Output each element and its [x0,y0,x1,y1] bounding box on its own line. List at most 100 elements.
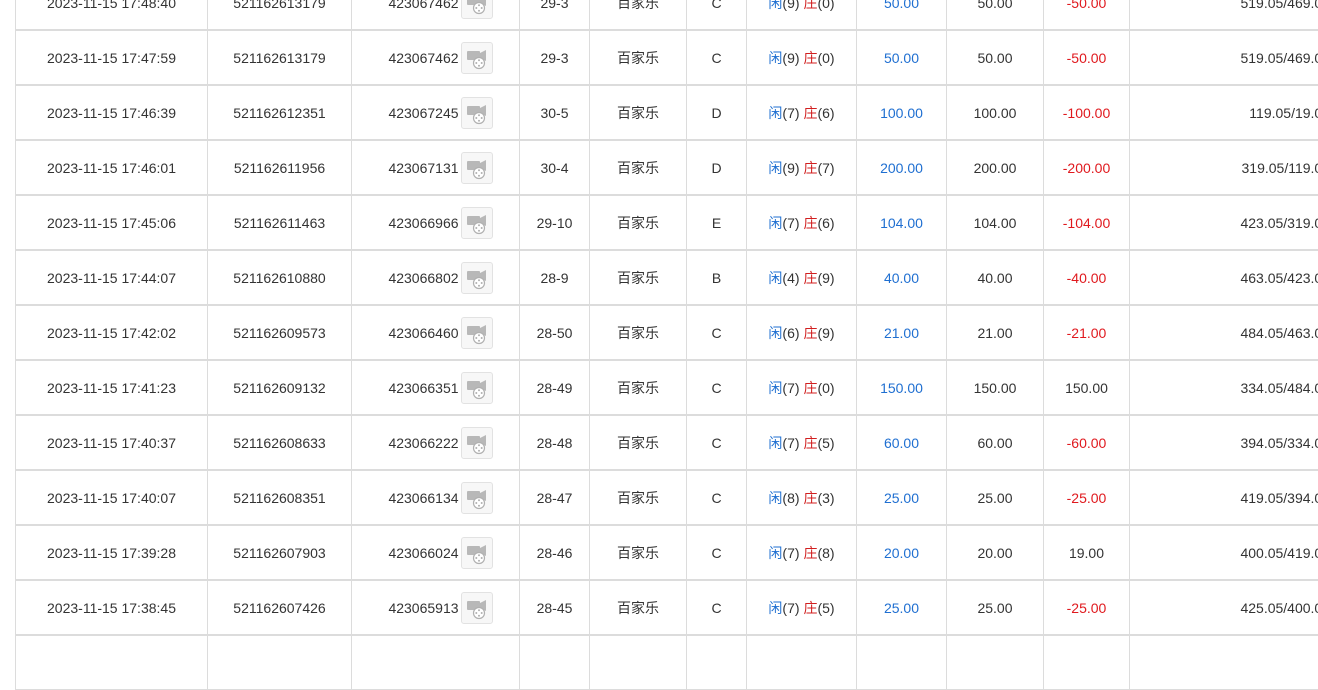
round-number-cell: 423065913 [352,580,520,635]
game-result-cell: 闲(7) 庄(8) [747,525,857,580]
banker-score: 9 [822,325,830,341]
player-score: 6 [787,325,795,341]
shoe-hand-cell: 29-3 [520,0,590,30]
video-replay-icon[interactable] [461,372,493,404]
game-result-cell: 闲(6) 庄(9) [747,305,857,360]
table-row [16,635,1318,690]
table-row: 2023-11-15 17:40:07521162608351423066134… [16,470,1318,525]
shoe-hand-cell: 28-48 [520,415,590,470]
shoe-hand-cell: 28-46 [520,525,590,580]
video-replay-icon[interactable] [461,42,493,74]
table-name-cell: D [687,140,747,195]
banker-score: 0 [822,0,830,11]
table-row: 2023-11-15 17:44:07521162610880423066802… [16,250,1318,305]
shoe-hand-cell: 30-5 [520,85,590,140]
balance-before-after-cell: 394.05/334.05 [1130,415,1318,470]
round-number-cell: 423066966 [352,195,520,250]
table-row: 2023-11-15 17:46:39521162612351423067245… [16,85,1318,140]
bet-amount-cell: 100.00 [857,85,947,140]
banker-score: 9 [822,270,830,286]
round-number-cell: 423066351 [352,360,520,415]
game-result-cell [747,635,857,690]
shoe-hand-cell [520,635,590,690]
shoe-hand-cell: 30-4 [520,140,590,195]
video-replay-icon[interactable] [461,592,493,624]
bet-time-cell: 2023-11-15 17:48:40 [16,0,208,30]
bet-time-cell: 2023-11-15 17:44:07 [16,250,208,305]
game-type-cell: 百家乐 [590,525,687,580]
video-replay-icon[interactable] [461,427,493,459]
game-type-cell: 百家乐 [590,470,687,525]
table-row: 2023-11-15 17:42:02521162609573423066460… [16,305,1318,360]
player-result-label: 闲 [768,160,782,176]
banker-result-label: 庄 [803,435,817,451]
bet-amount-cell [857,635,947,690]
banker-result-label: 庄 [803,215,817,231]
banker-result-label: 庄 [803,325,817,341]
table-name-cell: C [687,470,747,525]
bet-amount-cell: 200.00 [857,140,947,195]
bet-amount-cell: 104.00 [857,195,947,250]
table-name-cell [687,635,747,690]
bet-amount-cell: 150.00 [857,360,947,415]
table-name-cell: C [687,360,747,415]
order-number-cell: 521162611956 [208,140,352,195]
banker-result-label: 庄 [803,545,817,561]
video-replay-icon[interactable] [461,152,493,184]
table-name-cell: B [687,250,747,305]
bet-time-cell: 2023-11-15 17:45:06 [16,195,208,250]
order-number-cell: 521162612351 [208,85,352,140]
game-type-cell: 百家乐 [590,85,687,140]
video-replay-icon[interactable] [461,317,493,349]
round-number-cell: 423067245 [352,85,520,140]
banker-score: 5 [822,435,830,451]
video-replay-icon[interactable] [461,482,493,514]
table-name-cell: C [687,30,747,85]
game-type-cell: 百家乐 [590,415,687,470]
win-loss-cell: -100.00 [1044,85,1130,140]
game-type-cell: 百家乐 [590,30,687,85]
bet-time-cell: 2023-11-15 17:41:23 [16,360,208,415]
win-loss-cell: 19.00 [1044,525,1130,580]
shoe-hand-cell: 28-45 [520,580,590,635]
video-replay-icon[interactable] [461,207,493,239]
player-result-label: 闲 [768,270,782,286]
player-score: 9 [787,50,795,66]
round-number: 423067131 [388,160,458,176]
valid-bet-cell: 20.00 [947,525,1044,580]
valid-bet-cell: 21.00 [947,305,1044,360]
bet-time-cell: 2023-11-15 17:39:28 [16,525,208,580]
game-result-cell: 闲(4) 庄(9) [747,250,857,305]
game-result-cell: 闲(7) 庄(5) [747,415,857,470]
player-score: 8 [787,490,795,506]
win-loss-cell: -21.00 [1044,305,1130,360]
order-number-cell: 521162610880 [208,250,352,305]
banker-result-label: 庄 [803,270,817,286]
round-number-cell: 423067462 [352,0,520,30]
table-name-cell: C [687,415,747,470]
bet-time-cell: 2023-11-15 17:47:59 [16,30,208,85]
balance-before-after-cell: 119.05/19.05 [1130,85,1318,140]
player-result-label: 闲 [768,600,782,616]
balance-before-after-cell: 419.05/394.05 [1130,470,1318,525]
round-number: 423067245 [388,105,458,121]
win-loss-cell: -25.00 [1044,580,1130,635]
video-replay-icon[interactable] [461,537,493,569]
win-loss-cell: -60.00 [1044,415,1130,470]
table-row: 2023-11-15 17:39:28521162607903423066024… [16,525,1318,580]
video-replay-icon[interactable] [461,0,493,19]
valid-bet-cell: 25.00 [947,470,1044,525]
order-number-cell: 521162607903 [208,525,352,580]
table-row: 2023-11-15 17:41:23521162609132423066351… [16,360,1318,415]
game-type-cell: 百家乐 [590,0,687,30]
video-replay-icon[interactable] [461,97,493,129]
table-name-cell: C [687,525,747,580]
order-number-cell: 521162608351 [208,470,352,525]
player-result-label: 闲 [768,215,782,231]
bet-record-table: 2023-11-15 17:48:40521162613179423067462… [15,0,1318,690]
valid-bet-cell: 40.00 [947,250,1044,305]
valid-bet-cell: 200.00 [947,140,1044,195]
win-loss-cell: -40.00 [1044,250,1130,305]
banker-score: 5 [822,600,830,616]
video-replay-icon[interactable] [461,262,493,294]
